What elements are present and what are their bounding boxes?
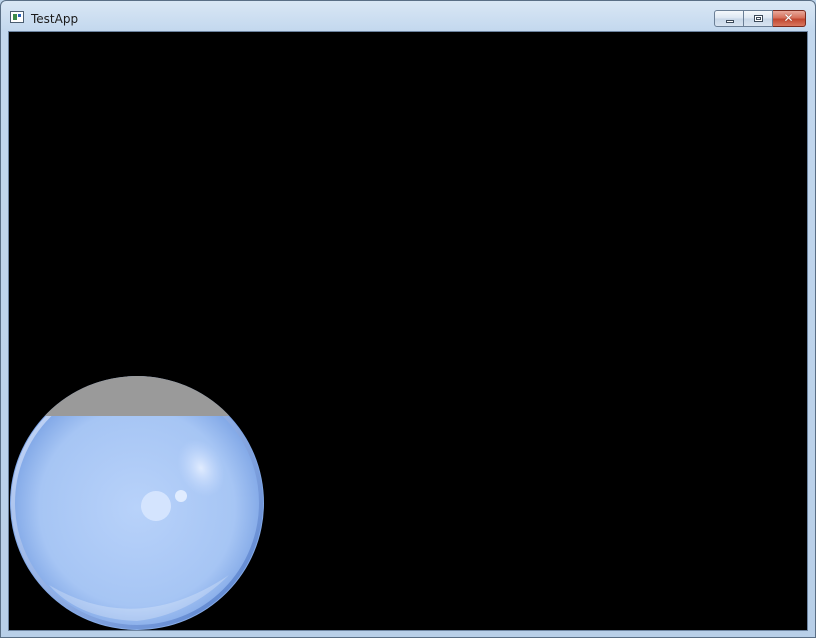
bubble-gray-cap [10,376,264,416]
minimize-icon [726,20,734,23]
window-title: TestApp [31,12,79,26]
app-window: TestApp ✕ [0,0,816,638]
minimize-button[interactable] [714,10,744,27]
bubble-specular-large [141,491,171,521]
close-icon: ✕ [783,11,794,25]
app-window-icon[interactable] [10,11,24,23]
window-controls: ✕ [714,10,806,28]
maximize-icon [754,15,763,22]
title-bar[interactable]: TestApp ✕ [1,1,815,31]
bubble-specular-small [175,490,187,502]
maximize-button[interactable] [744,10,773,27]
render-canvas[interactable] [8,31,808,631]
bubble-sprite [10,376,264,630]
close-button[interactable]: ✕ [773,10,806,27]
